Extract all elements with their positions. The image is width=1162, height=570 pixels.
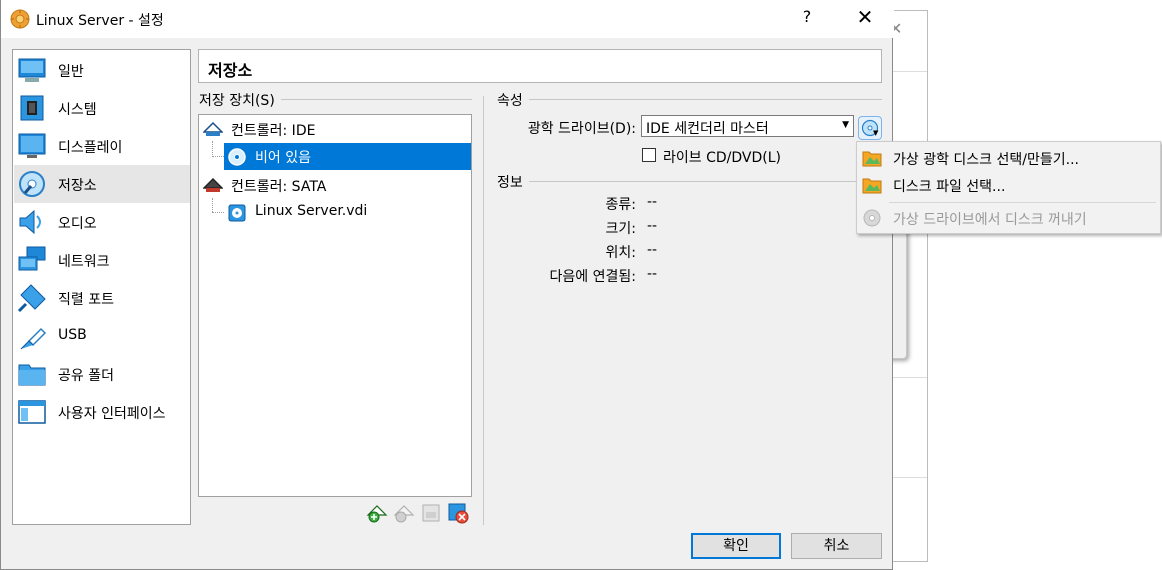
category-storage[interactable]: 저장소 <box>14 165 190 203</box>
add-attachment-button[interactable] <box>366 502 388 524</box>
optical-disc-icon <box>228 148 246 166</box>
add-controller-button[interactable] <box>420 502 442 524</box>
info-type-value: -- <box>647 194 658 210</box>
network-icon <box>18 246 46 271</box>
info-location-label: 위치: <box>605 245 636 261</box>
live-cd-label: 라이브 CD/DVD(L) <box>663 150 781 166</box>
info-attached-to-value: -- <box>647 266 658 282</box>
remove-controller-button[interactable] <box>447 502 469 524</box>
optical-drive-value: IDE 세컨더리 마스터 <box>646 121 769 137</box>
category-serial-port[interactable]: 직렬 포트 <box>14 279 190 317</box>
disk-popup-menu: 가상 광학 디스크 선택/만들기... 디스크 파일 선택... 가상 드라이브… <box>856 141 1161 234</box>
page-title: 저장소 <box>208 61 253 80</box>
display-icon <box>18 133 46 158</box>
storage-tree[interactable]: 컨트롤러: IDE 비어 있음 컨트롤러: SATA Linux Server.… <box>198 114 472 497</box>
audio-icon <box>19 209 41 235</box>
hard-disk-icon <box>228 204 246 222</box>
category-audio[interactable]: 오디오 <box>14 203 190 241</box>
category-user-interface[interactable]: 사용자 인터페이스 <box>14 393 190 431</box>
info-attached-to-label: 다음에 연결됨: <box>549 269 636 285</box>
storage-icon <box>19 171 45 197</box>
info-type-label: 종류: <box>605 197 636 213</box>
shared-folder-icon <box>18 364 46 386</box>
tree-item-empty-optical[interactable]: 비어 있음 <box>224 143 471 170</box>
menu-item-choose-create-virtual-optical-disk[interactable]: 가상 광학 디스크 선택/만들기... <box>859 144 1158 171</box>
tree-item-sata-controller[interactable]: 컨트롤러: SATA <box>203 172 469 199</box>
category-system[interactable]: 시스템 <box>14 89 190 127</box>
tree-item-linux-server-vdi[interactable]: Linux Server.vdi <box>224 199 469 226</box>
category-shared-folder[interactable]: 공유 폴더 <box>14 355 190 393</box>
window-title: Linux Server - 설정 <box>36 13 164 29</box>
info-size-value: -- <box>647 218 658 234</box>
category-network[interactable]: 네트워크 <box>14 241 190 279</box>
cancel-button[interactable]: 취소 <box>791 533 882 559</box>
ide-controller-icon <box>203 121 223 136</box>
choose-disk-button[interactable]: ▼ <box>858 116 882 140</box>
optical-drive-label: 광학 드라이브(D): <box>527 121 636 137</box>
system-icon <box>20 95 44 121</box>
general-icon <box>18 58 46 82</box>
sata-controller-icon <box>203 177 223 192</box>
info-location-value: -- <box>647 242 658 258</box>
info-size-label: 크기: <box>605 221 636 237</box>
usb-icon <box>20 327 47 350</box>
settings-dialog: Linux Server - 설정 ? ✕ 일반 시스템 디스플레이 저장소 오… <box>0 0 894 570</box>
page-heading: 저장소 <box>198 49 882 83</box>
serial-port-icon <box>17 284 46 313</box>
live-cd-checkbox[interactable] <box>642 148 656 162</box>
dropdown-arrow-icon: ▼ <box>873 129 879 137</box>
help-button[interactable]: ? <box>797 7 817 31</box>
menu-item-remove-disk[interactable]: 가상 드라이브에서 디스크 꺼내기 <box>859 204 1158 231</box>
category-usb[interactable]: USB <box>14 317 190 355</box>
title-bar[interactable]: Linux Server - 설정 ? ✕ <box>1 0 894 38</box>
menu-separator <box>889 202 1156 203</box>
optical-drive-select[interactable]: IDE 세컨더리 마스터 ▼ <box>641 115 854 137</box>
close-button[interactable]: ✕ <box>850 5 880 33</box>
virtualbox-icon <box>10 9 30 29</box>
category-display[interactable]: 디스플레이 <box>14 127 190 165</box>
storage-group-title: 저장 장치(S) <box>199 90 472 110</box>
info-group-title: 정보 <box>497 172 882 192</box>
attributes-group-title: 속성 <box>497 90 882 110</box>
eject-disk-icon <box>863 209 881 227</box>
user-interface-icon <box>18 400 46 424</box>
remove-attachment-button[interactable] <box>393 502 415 524</box>
chevron-down-icon: ▼ <box>842 120 849 130</box>
category-general[interactable]: 일반 <box>14 51 190 89</box>
category-list: 일반 시스템 디스플레이 저장소 오디오 네트워크 직렬 포트 USB 공유 폴… <box>12 49 191 525</box>
tree-item-ide-controller[interactable]: 컨트롤러: IDE <box>203 116 469 143</box>
menu-item-choose-disk-file[interactable]: 디스크 파일 선택... <box>859 171 1158 198</box>
folder-disk-icon <box>862 151 882 167</box>
vertical-separator <box>483 96 484 525</box>
folder-disk-icon <box>862 178 882 194</box>
ok-button[interactable]: 확인 <box>691 533 781 559</box>
